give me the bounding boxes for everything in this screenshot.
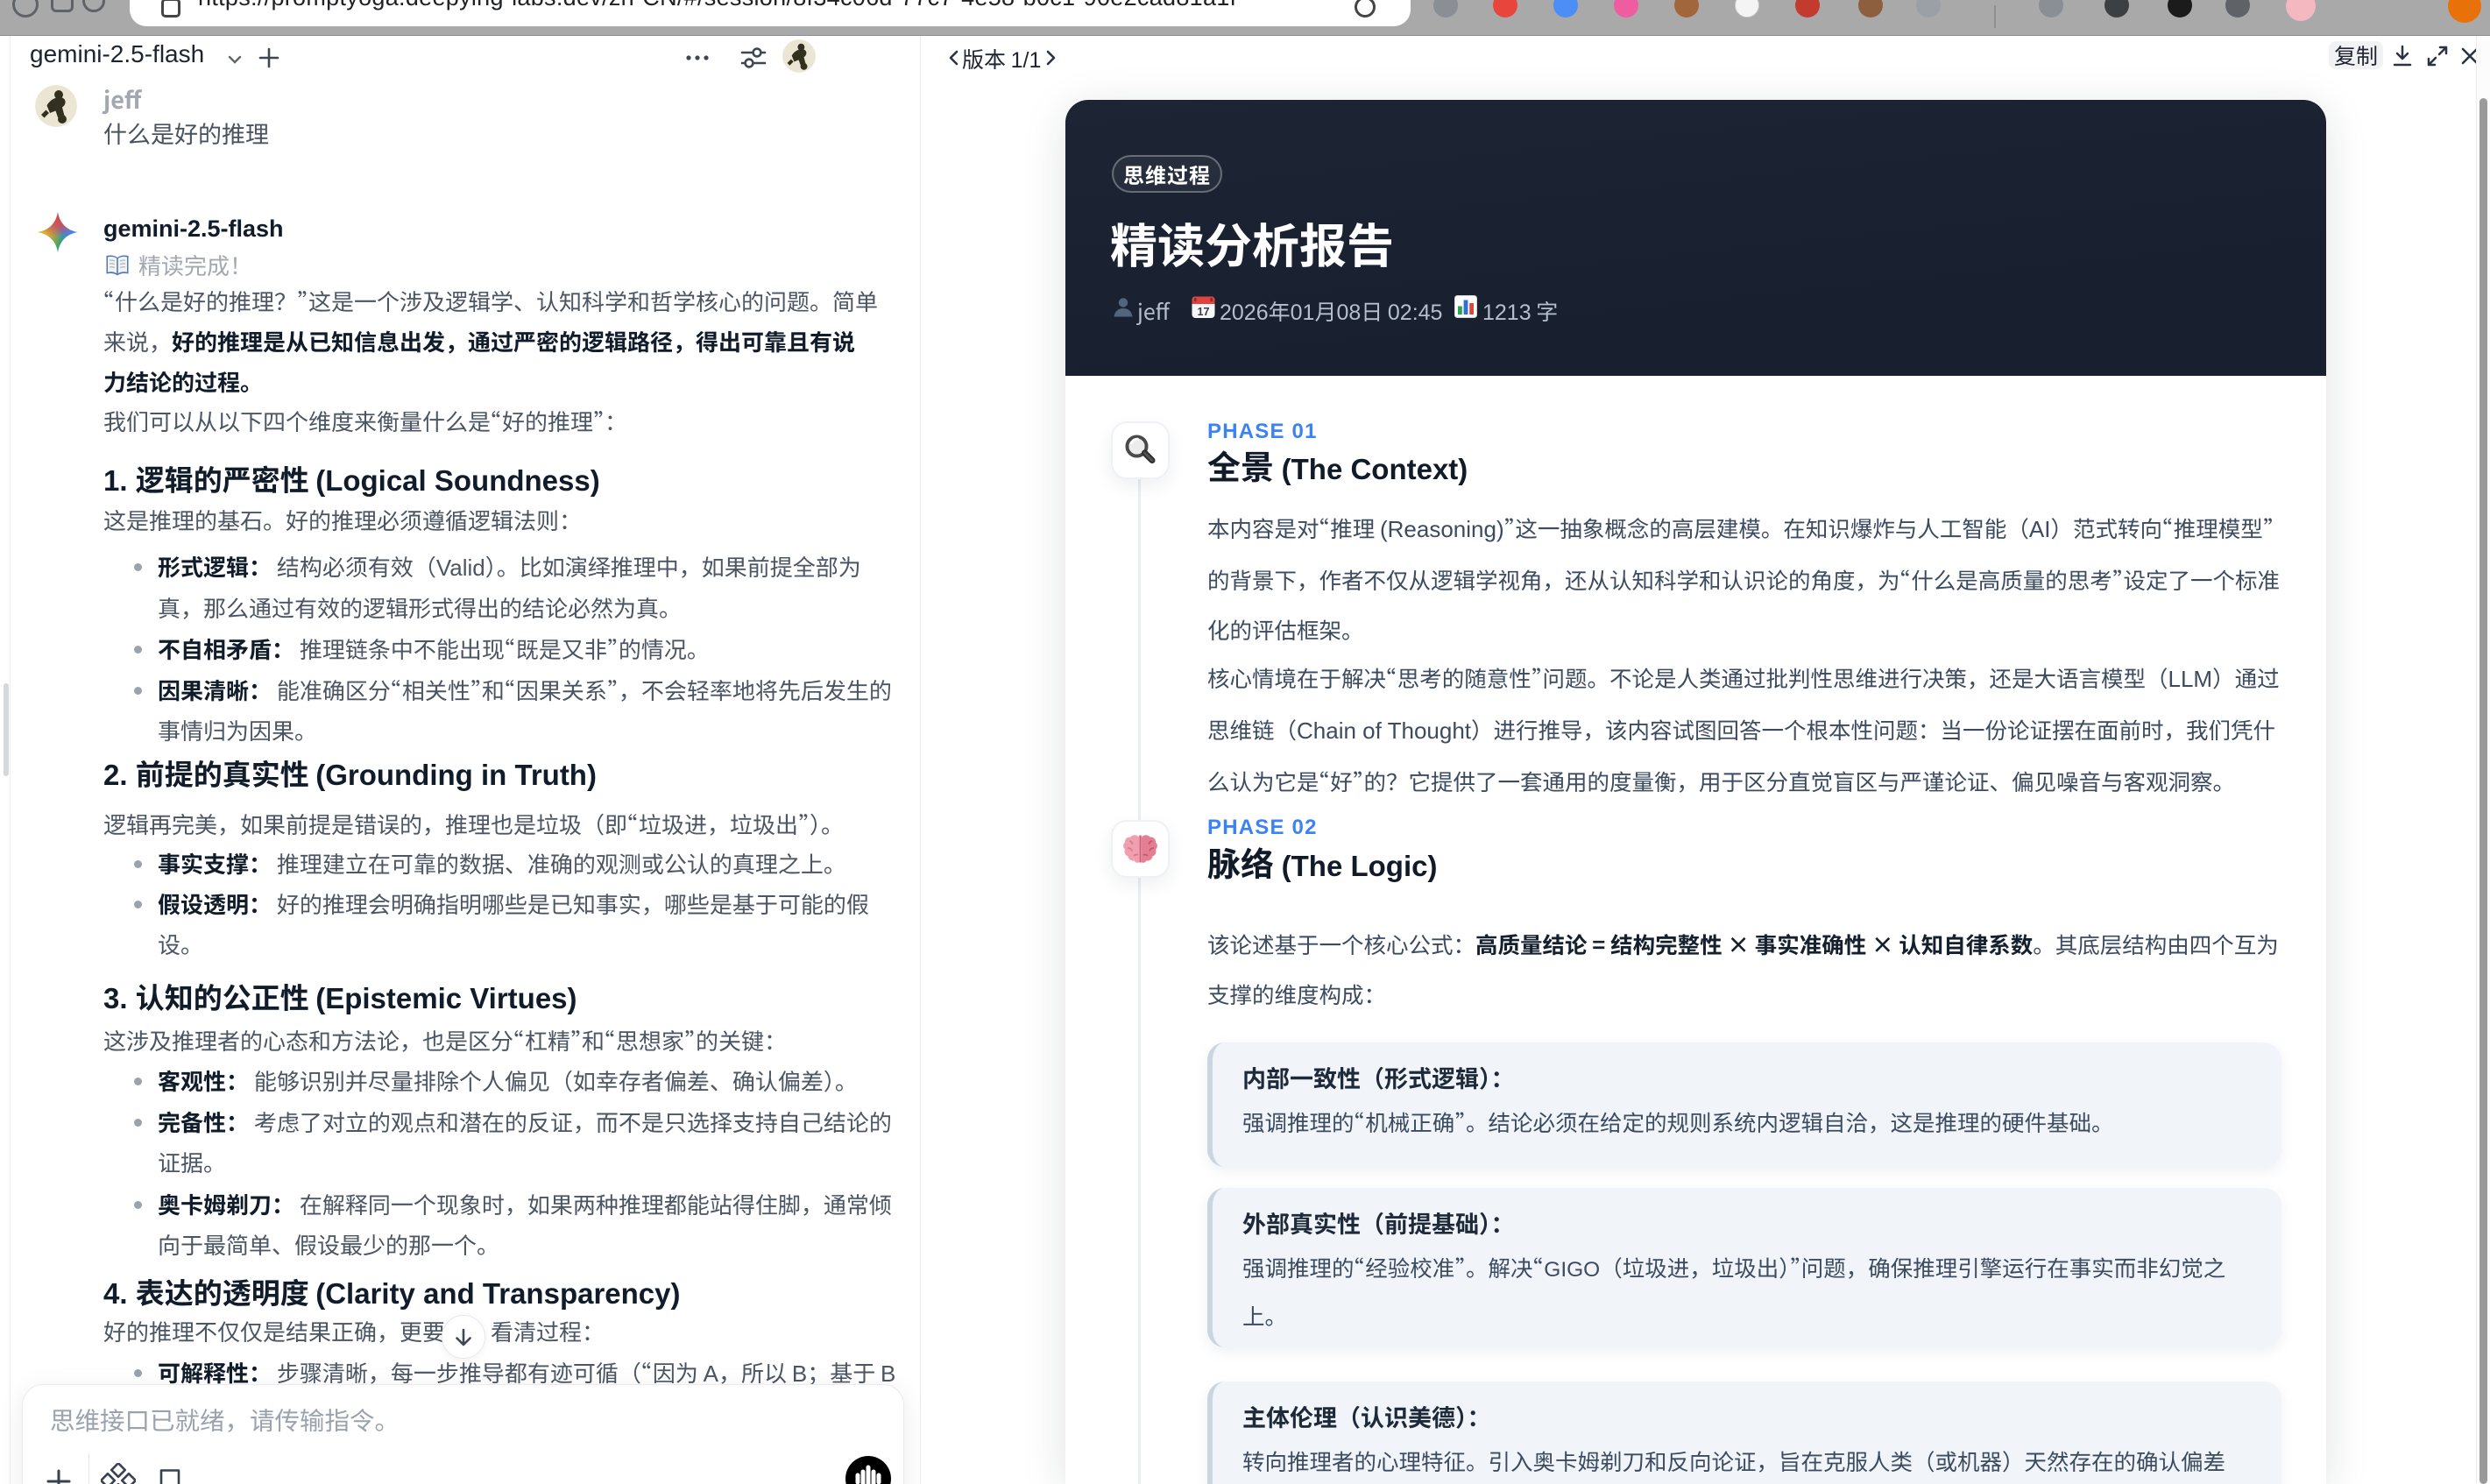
svg-text:17: 17 [1198, 306, 1210, 318]
